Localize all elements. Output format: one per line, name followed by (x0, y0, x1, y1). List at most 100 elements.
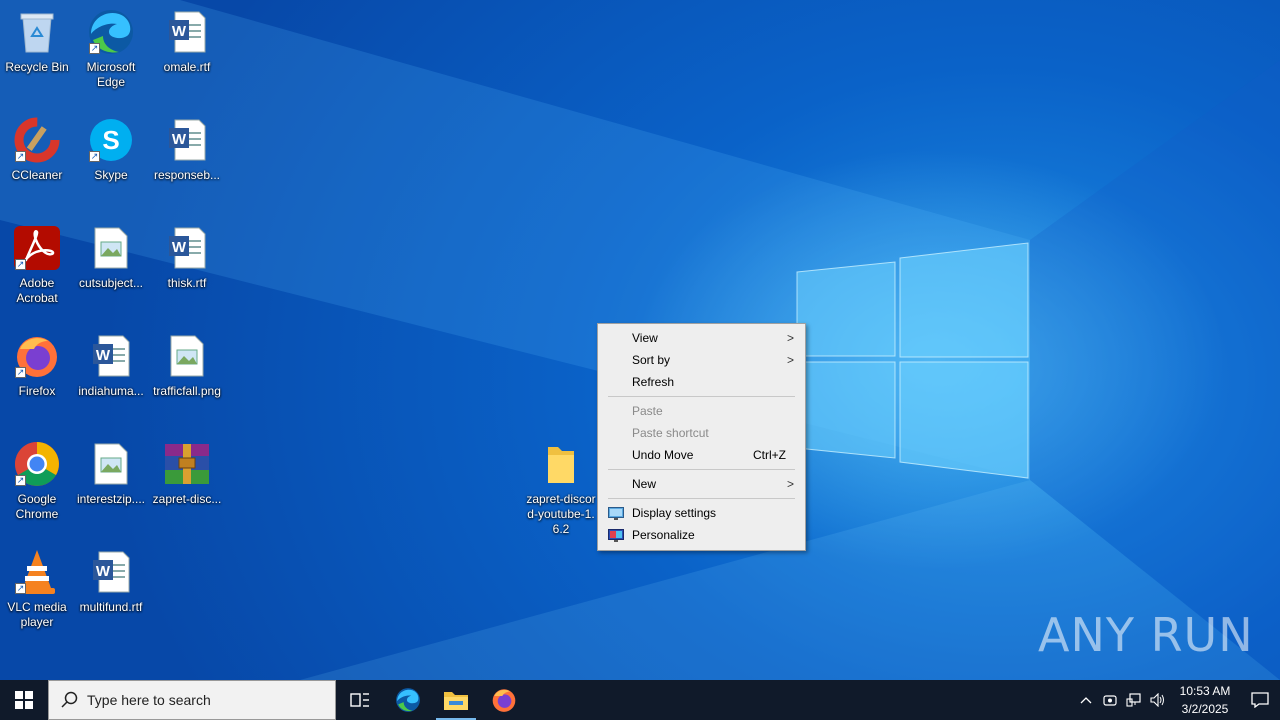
menu-separator (608, 396, 795, 397)
taskbar-firefox[interactable] (480, 680, 528, 720)
word-document-icon: W (163, 8, 211, 56)
desktop-icon-vlc[interactable]: ↗ VLC media player (0, 548, 74, 630)
clock-date: 3/2/2025 (1181, 702, 1229, 716)
word-document-icon: W (87, 548, 135, 596)
menu-item-label: View (632, 331, 658, 345)
recycle-bin-icon (13, 8, 61, 56)
anyrun-watermark: ANY RUN (1038, 608, 1254, 662)
image-file-icon (163, 332, 211, 380)
volume-icon[interactable] (1146, 680, 1170, 720)
shortcut-arrow-icon: ↗ (15, 151, 26, 162)
system-tray: 10:53 AM 3/2/2025 (1074, 680, 1280, 720)
svg-text:W: W (172, 131, 187, 148)
chrome-icon: ↗ (13, 440, 61, 488)
menu-item-label: Sort by (632, 353, 671, 367)
desktop-icon-omale[interactable]: W omale.rtf (150, 8, 224, 75)
shortcut-arrow-icon: ↗ (15, 475, 26, 486)
display-settings-icon (608, 507, 624, 520)
menu-item-undo-move[interactable]: Undo Move Ctrl+Z (598, 444, 805, 466)
taskbar-clock[interactable]: 10:53 AM 3/2/2025 (1170, 682, 1240, 718)
desktop-icon-label: Recycle Bin (5, 60, 69, 74)
desktop-icon-google-chrome[interactable]: ↗ Google Chrome (0, 440, 74, 522)
edge-icon (396, 688, 420, 712)
desktop[interactable]: Recycle Bin ↗ CCleaner ↗ Adobe Acrobat ↗… (0, 0, 1280, 680)
menu-item-label: New (632, 477, 657, 491)
menu-item-label: Paste (632, 404, 663, 418)
shortcut-arrow-icon: ↗ (89, 43, 100, 54)
menu-separator (608, 469, 795, 470)
desktop-icon-indiahuma[interactable]: W indiahuma... (74, 332, 148, 399)
firefox-icon (492, 689, 516, 712)
action-center-button[interactable] (1240, 680, 1280, 720)
shortcut-arrow-icon: ↗ (89, 151, 100, 162)
desktop-icon-zapret-folder[interactable]: zapret-discord-youtube-1.6.2 (524, 440, 598, 537)
word-document-icon: W (163, 116, 211, 164)
menu-item-paste-shortcut[interactable]: Paste shortcut (598, 422, 805, 444)
desktop-icon-recycle-bin[interactable]: Recycle Bin (0, 8, 74, 75)
file-explorer-icon (444, 692, 468, 710)
menu-item-label: Display settings (632, 506, 717, 520)
svg-text:S: S (102, 125, 119, 155)
desktop-icon-label: Firefox (18, 384, 56, 398)
network-icon[interactable] (1122, 680, 1146, 720)
desktop-icon-interestzip[interactable]: interestzip.... (74, 440, 148, 507)
ccleaner-icon: ↗ (13, 116, 61, 164)
desktop-icon-responseb[interactable]: W responseb... (150, 116, 224, 183)
start-button[interactable] (0, 680, 48, 720)
desktop-context-menu: View > Sort by > Refresh Paste Paste sho… (597, 323, 806, 551)
desktop-icon-skype[interactable]: S ↗ Skype (74, 116, 148, 183)
skype-icon: S ↗ (87, 116, 135, 164)
desktop-icon-label: zapret-discord-youtube-1.6.2 (526, 492, 596, 536)
taskbar-edge[interactable] (384, 680, 432, 720)
shortcut-arrow-icon: ↗ (15, 367, 26, 378)
chevron-right-icon: > (786, 331, 794, 345)
search-icon (61, 691, 78, 708)
menu-item-sort-by[interactable]: Sort by > (598, 349, 805, 371)
task-view-button[interactable] (336, 680, 384, 720)
desktop-icon-zapret-archive[interactable]: zapret-disc... (150, 440, 224, 507)
menu-item-view[interactable]: View > (598, 327, 805, 349)
meet-now-icon[interactable] (1098, 680, 1122, 720)
desktop-icon-cutsubject[interactable]: cutsubject... (74, 224, 148, 291)
desktop-icon-label: CCleaner (11, 168, 63, 182)
chevron-right-icon: > (786, 353, 794, 367)
taskbar: Type here to search 10:53 AM 3/2/2025 (0, 680, 1280, 720)
desktop-icon-microsoft-edge[interactable]: ↗ Microsoft Edge (74, 8, 148, 90)
word-document-icon: W (87, 332, 135, 380)
menu-separator (608, 498, 795, 499)
image-file-icon (87, 224, 135, 272)
menu-item-paste[interactable]: Paste (598, 400, 805, 422)
desktop-icon-adobe-acrobat[interactable]: ↗ Adobe Acrobat (0, 224, 74, 306)
menu-item-personalize[interactable]: Personalize (598, 524, 805, 546)
notification-icon (1251, 692, 1269, 708)
taskbar-search-box[interactable]: Type here to search (48, 680, 336, 720)
menu-item-new[interactable]: New > (598, 473, 805, 495)
windows-logo-icon (15, 691, 33, 709)
shortcut-arrow-icon: ↗ (15, 583, 26, 594)
desktop-icon-thisk[interactable]: W thisk.rtf (150, 224, 224, 291)
desktop-icon-ccleaner[interactable]: ↗ CCleaner (0, 116, 74, 183)
svg-text:W: W (96, 347, 111, 364)
desktop-icon-trafficfall[interactable]: trafficfall.png (150, 332, 224, 399)
word-document-icon: W (163, 224, 211, 272)
personalize-icon (608, 529, 624, 542)
desktop-icon-label: VLC media player (7, 600, 67, 629)
firefox-icon: ↗ (13, 332, 61, 380)
menu-item-label: Undo Move (632, 448, 694, 462)
chevron-up-icon[interactable] (1074, 680, 1098, 720)
desktop-icon-label: Skype (94, 168, 128, 182)
menu-item-refresh[interactable]: Refresh (598, 371, 805, 393)
shortcut-arrow-icon: ↗ (15, 259, 26, 270)
taskbar-file-explorer[interactable] (432, 680, 480, 720)
image-file-icon (87, 440, 135, 488)
desktop-icon-firefox[interactable]: ↗ Firefox (0, 332, 74, 399)
svg-text:W: W (96, 563, 111, 580)
desktop-icon-label: Microsoft Edge (86, 60, 136, 89)
svg-text:W: W (172, 23, 187, 40)
desktop-icon-label: interestzip.... (76, 492, 146, 506)
menu-item-label: Refresh (632, 375, 675, 389)
winrar-archive-icon (163, 440, 211, 488)
menu-item-label: Personalize (632, 528, 695, 542)
menu-item-display-settings[interactable]: Display settings (598, 502, 805, 524)
desktop-icon-multifund[interactable]: W multifund.rtf (74, 548, 148, 615)
